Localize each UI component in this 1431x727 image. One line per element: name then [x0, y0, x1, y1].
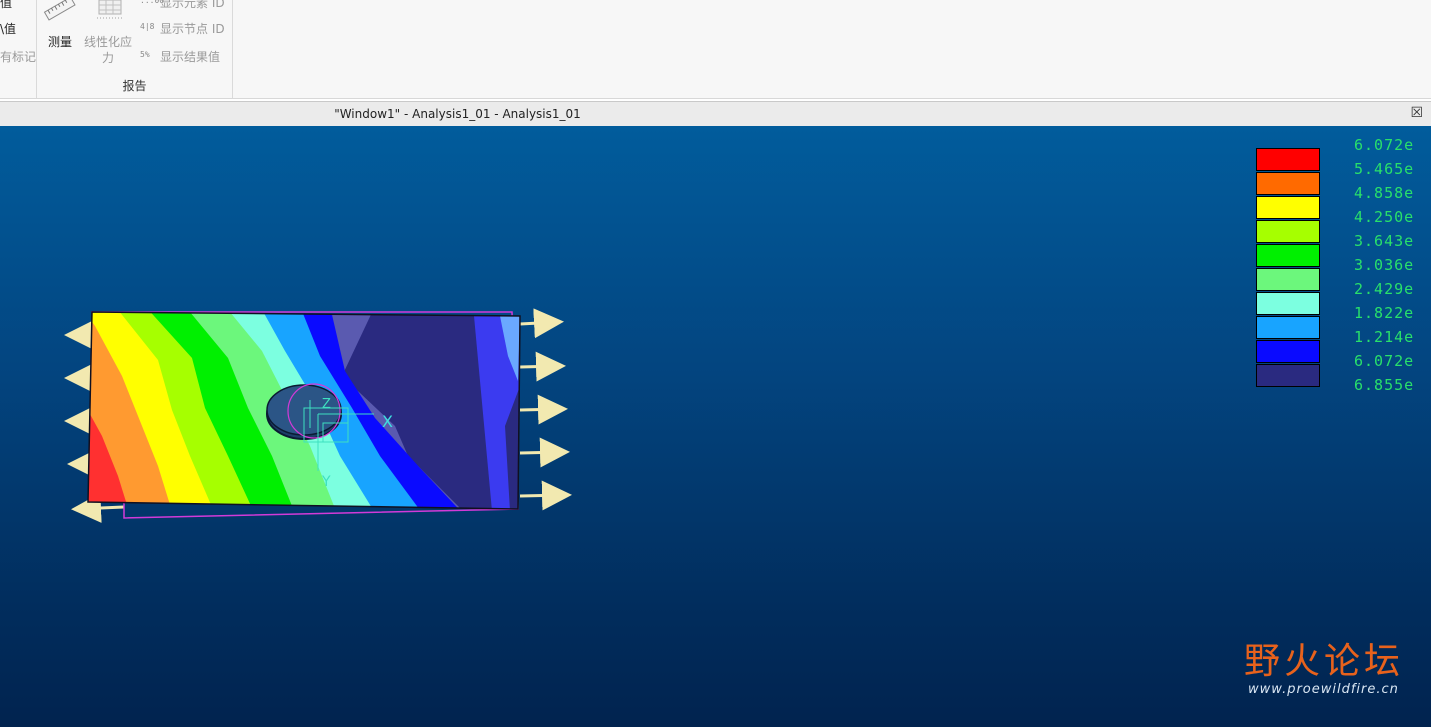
load-arrows-right	[519, 308, 572, 511]
legend-swatch-4	[1256, 220, 1320, 243]
legend-swatch-9	[1256, 340, 1320, 363]
linearize-stress-button[interactable]: 线性化应力	[81, 0, 135, 65]
watermark-url: www.proewildfire.cn	[1248, 682, 1399, 697]
legend-swatch-5	[1256, 244, 1320, 267]
watermark-title: 野火论坛	[1244, 641, 1405, 682]
ribbon-partial-item-2[interactable]: \值	[0, 20, 16, 37]
legend-value: 6.072e	[1354, 352, 1415, 370]
result-value-icon: 5%	[140, 49, 150, 59]
show-node-id-label: 显示节点 ID	[160, 22, 225, 36]
element-id-icon: ...00	[140, 0, 165, 5]
legend-swatch-2	[1256, 172, 1320, 195]
ribbon-partial-item-3[interactable]: 有标记	[0, 48, 36, 65]
ribbon: 值 \值 有标记 测量 线性化应力 ...00显示元素 ID 4|8 显示节点 …	[0, 0, 1431, 99]
close-icon[interactable]: ☒	[1410, 105, 1423, 121]
legend-swatch-7	[1256, 292, 1320, 315]
legend-value: 3.643e	[1354, 232, 1415, 250]
axis-y-label: Y	[321, 474, 331, 490]
watermark: 野火论坛 www.proewildfire.cn	[1244, 641, 1405, 698]
legend-swatch-1	[1256, 148, 1320, 171]
linearize-grid-icon	[97, 0, 123, 19]
legend-swatch-6	[1256, 268, 1320, 291]
measure-ruler-icon	[43, 0, 76, 21]
linearize-stress-label: 线性化应力	[83, 35, 132, 65]
legend-value: 4.250e	[1354, 208, 1415, 226]
node-id-icon: 4|8	[140, 21, 155, 31]
legend-swatch-10	[1256, 364, 1320, 387]
legend-swatch-3	[1256, 196, 1320, 219]
graphics-viewport[interactable]: 6.072e 5.465e 4.858e 4.250e 3.643e 3.036…	[0, 126, 1431, 727]
ribbon-partial-item-1[interactable]: 值	[0, 0, 12, 11]
legend-value: 1.214e	[1354, 328, 1415, 346]
show-result-value-label: 显示结果值	[160, 50, 221, 64]
show-element-id-button[interactable]: ...00显示元素 ID	[140, 0, 225, 11]
measure-label: 测量	[47, 35, 72, 49]
legend-value: 1.822e	[1354, 304, 1415, 322]
show-node-id-button[interactable]: 4|8 显示节点 ID	[140, 20, 225, 37]
report-group-label: 报告	[122, 79, 147, 93]
window-title: "Window1" - Analysis1_01 - Analysis1_01	[334, 107, 581, 121]
legend-value: 5.465e	[1354, 160, 1415, 178]
ribbon-partial-group: 值 \值 有标记	[0, 0, 37, 98]
report-group: 测量 线性化应力 ...00显示元素 ID 4|8 显示节点 ID 5% 显示结果值…	[37, 0, 233, 98]
measure-button[interactable]: 测量	[43, 0, 77, 49]
window-title-bar: "Window1" - Analysis1_01 - Analysis1_01 …	[0, 101, 1431, 127]
show-result-value-button[interactable]: 5% 显示结果值	[140, 48, 220, 65]
legend-value: 6.072e	[1354, 136, 1415, 154]
legend-value: 3.036e	[1354, 256, 1415, 274]
legend-value: 2.429e	[1354, 280, 1415, 298]
stress-fringe-model[interactable]: X Y Z	[0, 126, 620, 546]
axis-z-label: Z	[322, 397, 331, 412]
legend-swatch-8	[1256, 316, 1320, 339]
legend-value: 4.858e	[1354, 184, 1415, 202]
legend-value: 6.855e	[1354, 376, 1415, 394]
show-element-id-label: 显示元素 ID	[160, 0, 225, 10]
axis-x-label: X	[382, 412, 393, 431]
